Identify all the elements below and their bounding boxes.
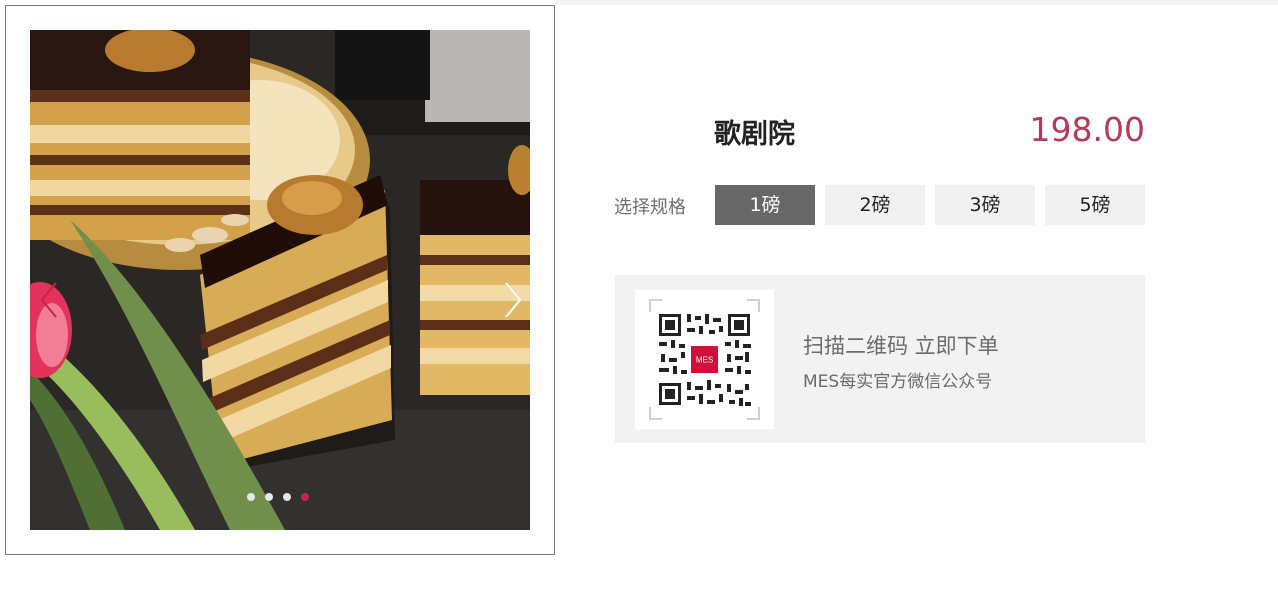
- slide-indicators: [247, 492, 309, 502]
- top-divider: [555, 0, 1278, 5]
- chevron-right-icon: [505, 282, 522, 318]
- spec-option-5lb[interactable]: 5磅: [1045, 185, 1145, 225]
- spec-option-1lb[interactable]: 1磅: [715, 185, 815, 225]
- qr-account-text: MES每实官方微信公众号: [803, 372, 993, 392]
- spec-option-3lb[interactable]: 3磅: [935, 185, 1035, 225]
- qr-code: MES: [635, 290, 774, 429]
- slide-dot[interactable]: [283, 493, 291, 501]
- product-title: 歌剧院: [714, 119, 795, 150]
- product-price: 198.00: [1029, 110, 1145, 149]
- qr-logo-text: MES: [696, 356, 713, 365]
- spec-label: 选择规格: [614, 197, 686, 218]
- spec-option-2lb[interactable]: 2磅: [825, 185, 925, 225]
- slide-dot-active[interactable]: [301, 493, 309, 501]
- slide-dot[interactable]: [247, 493, 255, 501]
- product-photo: [30, 30, 530, 530]
- product-gallery: [5, 5, 555, 555]
- slide-dot[interactable]: [265, 493, 273, 501]
- qr-code-icon: MES: [649, 299, 760, 420]
- chevron-left-icon: [40, 282, 57, 318]
- qr-order-panel: MES 扫描二维码 立即下单 MES每实官方微信公众号: [615, 275, 1145, 443]
- qr-scan-text: 扫描二维码 立即下单: [803, 334, 999, 358]
- prev-slide-button[interactable]: [38, 280, 62, 320]
- next-slide-button[interactable]: [500, 280, 524, 320]
